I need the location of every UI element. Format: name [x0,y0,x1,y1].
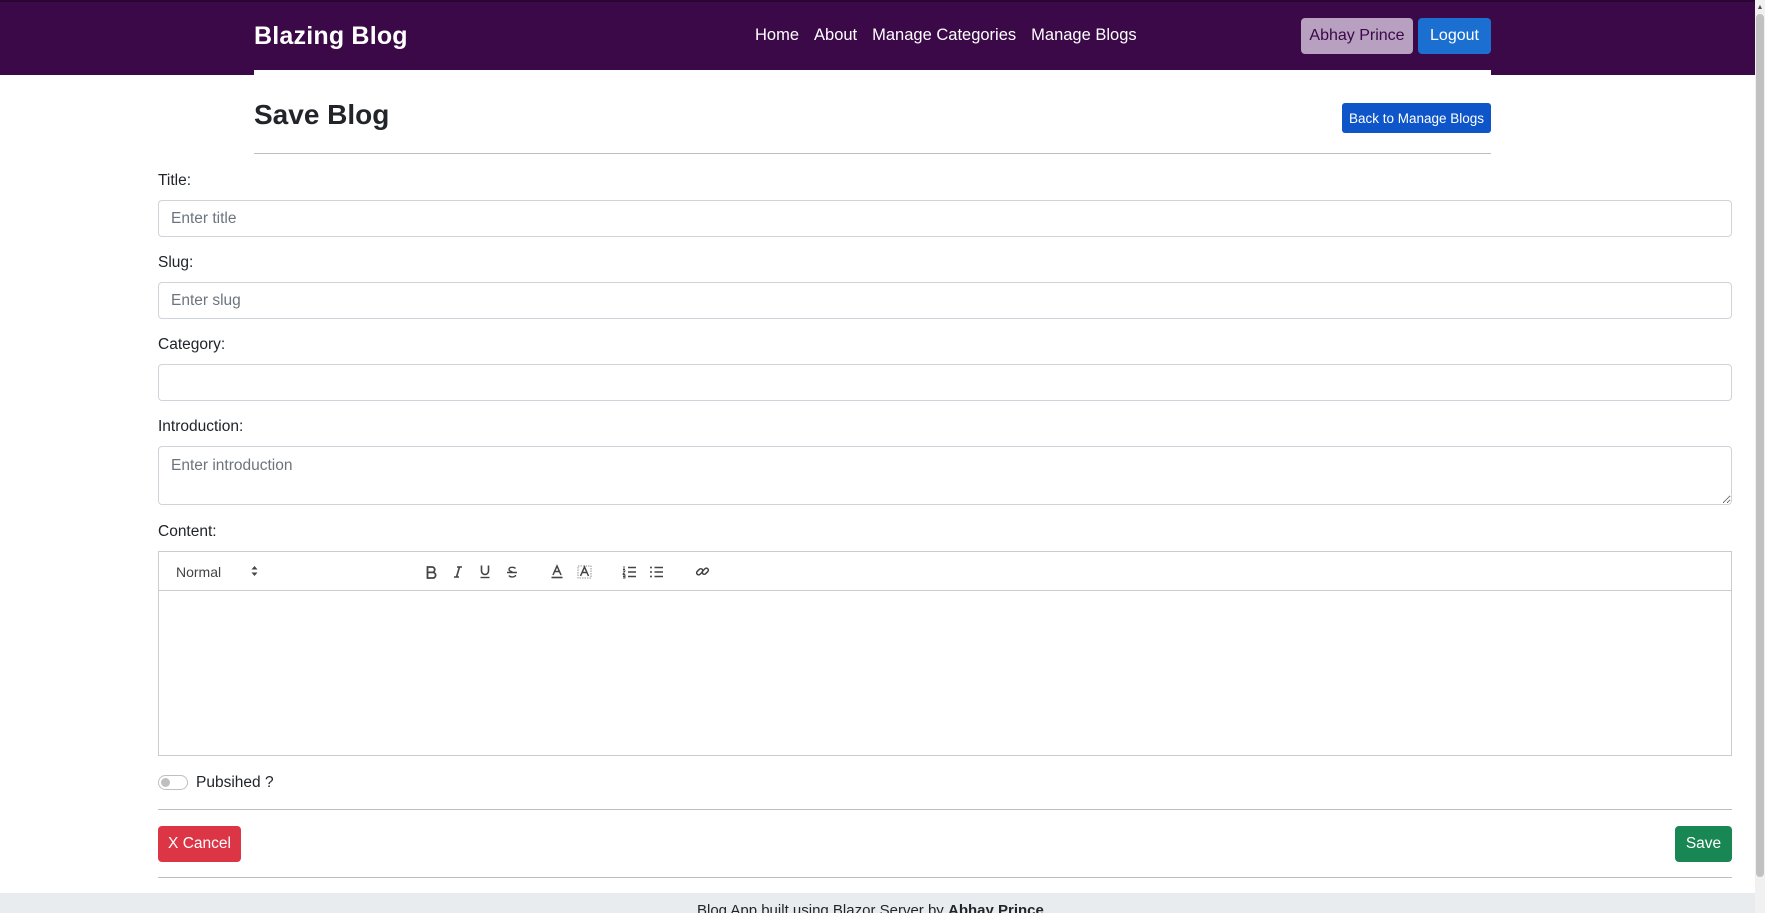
heading-select-value: Normal [176,563,222,580]
link-icon[interactable] [692,552,712,591]
heading-select[interactable]: Normal [176,552,258,591]
introduction-label: Introduction: [158,418,244,435]
top-navbar: Blazing Blog Home About Manage Categorie… [0,0,1755,75]
scroll-up-icon[interactable]: ▲ [1755,2,1765,12]
strike-icon[interactable] [502,552,522,591]
background-color-icon[interactable] [574,552,594,591]
title-label: Title: [158,172,192,189]
published-toggle[interactable] [158,775,188,790]
slug-input[interactable] [158,282,1732,319]
back-to-manage-blogs-button[interactable]: Back to Manage Blogs [1342,103,1491,133]
footer-author: Abhay Prince [947,902,1044,913]
bullet-list-icon[interactable] [646,552,666,591]
page-scrollbar[interactable]: ▲ [1755,0,1765,913]
scrollbar-thumb[interactable] [1756,14,1764,877]
editor-toolbar: Normal [159,552,1731,591]
introduction-textarea[interactable] [158,446,1732,505]
content-editor: Normal [158,551,1732,756]
slug-label: Slug: [158,254,194,271]
logout-button[interactable]: Logout [1418,18,1491,54]
navbar-top-border [0,0,1755,2]
underline-icon[interactable] [475,552,495,591]
save-button[interactable]: Save [1675,826,1732,862]
bold-icon[interactable] [421,552,441,591]
page-title: Save Blog [254,99,390,130]
nav-link-about[interactable]: About [814,26,857,45]
italic-icon[interactable] [448,552,468,591]
footer: Blog App built using Blazor Server by Ab… [0,893,1755,913]
nav-links: Home About Manage Categories Manage Blog… [755,26,1137,45]
editor-content-area[interactable] [159,591,1731,755]
text-color-icon[interactable] [547,552,567,591]
cancel-button[interactable]: X Cancel [158,826,241,862]
nav-link-manage-categories[interactable]: Manage Categories [872,26,1016,45]
nav-link-home[interactable]: Home [755,26,799,45]
nav-link-manage-blogs[interactable]: Manage Blogs [1031,26,1137,45]
brand-logo[interactable]: Blazing Blog [254,22,408,51]
header-divider [254,153,1491,154]
category-input[interactable] [158,364,1732,401]
content-label: Content: [158,523,217,540]
navbar-underline-strip [254,70,1491,75]
actions-top-divider [158,809,1732,810]
select-arrows-icon [251,564,258,578]
footer-credit-text: Blog App built using Blazor Server by [697,902,948,913]
published-label: Pubsihed ? [196,774,274,791]
category-label: Category: [158,336,226,353]
ordered-list-icon[interactable] [619,552,639,591]
user-name-button[interactable]: Abhay Prince [1301,18,1413,54]
title-input[interactable] [158,200,1732,237]
footer-text: Blog App built using Blazor Server by Ab… [697,902,1044,913]
actions-bottom-divider [158,877,1732,878]
toggle-knob [161,778,170,787]
